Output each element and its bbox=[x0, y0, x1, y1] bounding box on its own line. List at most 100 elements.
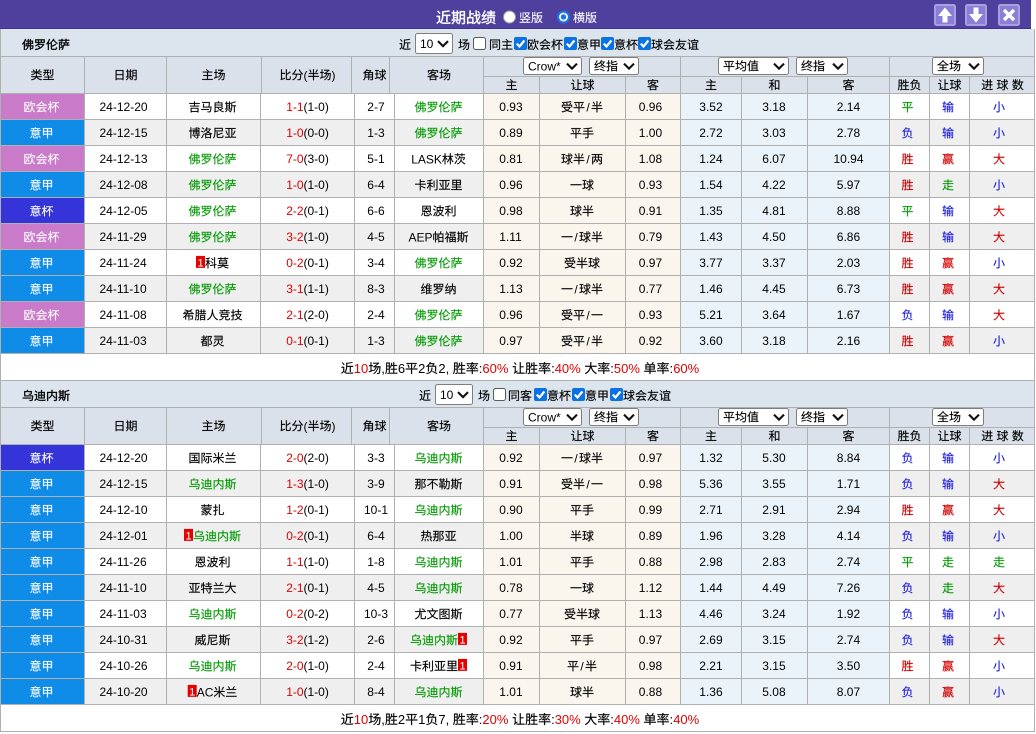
svg-text:24-11-03: 24-11-03 bbox=[100, 607, 147, 621]
svg-text:7,: 7, bbox=[438, 712, 449, 727]
svg-text:): ) bbox=[332, 68, 336, 82]
svg-text:1.13: 1.13 bbox=[499, 282, 523, 296]
svg-text:0.78: 0.78 bbox=[499, 581, 523, 595]
svg-text:Crow*: Crow* bbox=[528, 59, 561, 73]
svg-text:0.97: 0.97 bbox=[499, 334, 523, 348]
svg-text:0.99: 0.99 bbox=[639, 503, 663, 517]
svg-text:2-4: 2-4 bbox=[367, 308, 385, 322]
svg-text:3.03: 3.03 bbox=[762, 126, 786, 140]
svg-text:(1-0): (1-0) bbox=[304, 659, 329, 673]
svg-text:60%: 60% bbox=[673, 361, 699, 376]
svg-text:24-11-03: 24-11-03 bbox=[100, 334, 147, 348]
svg-text:0.77: 0.77 bbox=[499, 607, 523, 621]
svg-text:1: 1 bbox=[459, 660, 465, 672]
svg-text:AEP: AEP bbox=[409, 230, 433, 244]
svg-text:6-4: 6-4 bbox=[367, 529, 385, 543]
svg-text:1: 1 bbox=[189, 686, 195, 698]
svg-text:10-3: 10-3 bbox=[364, 607, 388, 621]
svg-text:5.97: 5.97 bbox=[837, 178, 861, 192]
svg-text:24-12-01: 24-12-01 bbox=[100, 529, 148, 543]
svg-text:1-0: 1-0 bbox=[286, 126, 304, 140]
svg-text:2.03: 2.03 bbox=[837, 256, 861, 270]
svg-text:2.78: 2.78 bbox=[837, 126, 861, 140]
svg-text:3.18: 3.18 bbox=[762, 334, 786, 348]
svg-text:2.91: 2.91 bbox=[762, 503, 786, 517]
svg-text:10-1: 10-1 bbox=[364, 503, 388, 517]
svg-text:3.64: 3.64 bbox=[762, 308, 786, 322]
svg-text:1.36: 1.36 bbox=[699, 685, 723, 699]
svg-text:7-0: 7-0 bbox=[286, 152, 304, 166]
svg-text:Crow*: Crow* bbox=[528, 410, 561, 424]
svg-text:3.18: 3.18 bbox=[762, 100, 786, 114]
svg-text:3-2: 3-2 bbox=[286, 230, 304, 244]
svg-text:(1-1): (1-1) bbox=[304, 282, 329, 296]
svg-text:3.15: 3.15 bbox=[762, 659, 786, 673]
svg-text:(0-2): (0-2) bbox=[304, 607, 329, 621]
svg-text:60%: 60% bbox=[482, 361, 508, 376]
svg-text:4-5: 4-5 bbox=[367, 581, 385, 595]
svg-text:1.01: 1.01 bbox=[499, 685, 523, 699]
svg-text:1.67: 1.67 bbox=[837, 308, 861, 322]
svg-text:2-0: 2-0 bbox=[286, 451, 304, 465]
svg-text:0.77: 0.77 bbox=[639, 282, 663, 296]
svg-text:0.91: 0.91 bbox=[639, 204, 663, 218]
svg-text:1.96: 1.96 bbox=[699, 529, 723, 543]
svg-text:(1-0): (1-0) bbox=[304, 100, 329, 114]
svg-text:2.16: 2.16 bbox=[837, 334, 861, 348]
svg-text:2,: 2, bbox=[438, 361, 449, 376]
svg-text:24-12-15: 24-12-15 bbox=[100, 477, 148, 491]
svg-text:2-0: 2-0 bbox=[286, 659, 304, 673]
svg-text:24-11-08: 24-11-08 bbox=[100, 308, 147, 322]
svg-text:1.12: 1.12 bbox=[639, 581, 663, 595]
svg-text:3-3: 3-3 bbox=[367, 451, 385, 465]
svg-text:0.93: 0.93 bbox=[639, 178, 663, 192]
svg-text:24-12-20: 24-12-20 bbox=[100, 451, 148, 465]
svg-text:0.79: 0.79 bbox=[639, 230, 663, 244]
svg-text:(0-1): (0-1) bbox=[304, 581, 329, 595]
svg-text:1.35: 1.35 bbox=[699, 204, 723, 218]
svg-text:8.88: 8.88 bbox=[837, 204, 861, 218]
svg-text:1.46: 1.46 bbox=[699, 282, 723, 296]
svg-text:1.00: 1.00 bbox=[639, 126, 663, 140]
svg-text:3.60: 3.60 bbox=[699, 334, 723, 348]
svg-text:24-10-20: 24-10-20 bbox=[100, 685, 148, 699]
svg-text:2.74: 2.74 bbox=[837, 555, 861, 569]
svg-text:0.88: 0.88 bbox=[639, 555, 663, 569]
svg-text:40%: 40% bbox=[614, 712, 640, 727]
svg-text:4.49: 4.49 bbox=[762, 581, 786, 595]
svg-text:1: 1 bbox=[459, 634, 465, 646]
svg-text:0.97: 0.97 bbox=[639, 633, 663, 647]
svg-text:4.22: 4.22 bbox=[762, 178, 786, 192]
svg-text:4.45: 4.45 bbox=[762, 282, 786, 296]
svg-text:3.50: 3.50 bbox=[837, 659, 861, 673]
svg-text:5.36: 5.36 bbox=[699, 477, 723, 491]
svg-text:1.01: 1.01 bbox=[499, 555, 523, 569]
svg-text:24-12-05: 24-12-05 bbox=[100, 204, 148, 218]
svg-text:(0-1): (0-1) bbox=[304, 334, 329, 348]
svg-text:(1-2): (1-2) bbox=[304, 633, 329, 647]
svg-text:1.13: 1.13 bbox=[639, 607, 663, 621]
svg-text:2.94: 2.94 bbox=[837, 503, 861, 517]
svg-text:2.71: 2.71 bbox=[699, 503, 723, 517]
svg-text:(2-0): (2-0) bbox=[304, 451, 329, 465]
svg-text:3-2: 3-2 bbox=[286, 633, 304, 647]
svg-text:2-1: 2-1 bbox=[286, 308, 304, 322]
svg-text:8.07: 8.07 bbox=[837, 685, 861, 699]
svg-text:24-12-08: 24-12-08 bbox=[100, 178, 148, 192]
svg-text:4-5: 4-5 bbox=[367, 230, 385, 244]
svg-text:5.08: 5.08 bbox=[762, 685, 786, 699]
svg-text:24-11-24: 24-11-24 bbox=[100, 256, 147, 270]
svg-text:2-1: 2-1 bbox=[286, 581, 304, 595]
svg-text:3.77: 3.77 bbox=[699, 256, 723, 270]
svg-text:4.50: 4.50 bbox=[762, 230, 786, 244]
svg-text:0.88: 0.88 bbox=[639, 685, 663, 699]
svg-text:4.46: 4.46 bbox=[699, 607, 723, 621]
svg-text:1: 1 bbox=[418, 712, 425, 727]
svg-text:1.08: 1.08 bbox=[639, 152, 663, 166]
svg-text:1.54: 1.54 bbox=[699, 178, 723, 192]
svg-text:1-0: 1-0 bbox=[286, 178, 304, 192]
svg-text:6: 6 bbox=[398, 361, 405, 376]
svg-text:1-3: 1-3 bbox=[286, 477, 304, 491]
svg-text:0.96: 0.96 bbox=[499, 308, 523, 322]
svg-text:0.96: 0.96 bbox=[499, 178, 523, 192]
